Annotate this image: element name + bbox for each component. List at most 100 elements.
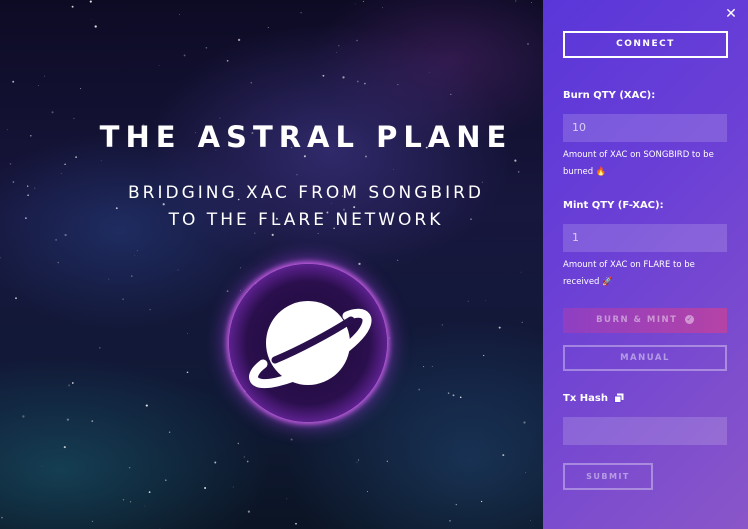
mint-qty-help: Amount of XAC on FLARE to be received 🚀	[563, 257, 735, 291]
star	[89, 0, 92, 3]
tx-hash-input[interactable]	[563, 417, 727, 445]
star	[57, 261, 59, 264]
star	[520, 271, 522, 273]
star	[144, 505, 146, 507]
star	[122, 298, 124, 301]
hero-subtitle-line-1: BRIDGING XAC FROM SONGBIRD	[128, 183, 484, 203]
star	[205, 47, 208, 49]
connect-button[interactable]: CONNECT	[563, 31, 728, 58]
star	[295, 522, 297, 525]
star	[64, 233, 67, 237]
star	[71, 5, 74, 8]
star	[286, 498, 288, 500]
star	[22, 415, 25, 418]
burn-and-mint-label: BURN & MINT	[596, 315, 678, 325]
star	[355, 3, 356, 5]
tx-hash-label: Tx Hash	[563, 393, 624, 404]
star	[226, 59, 229, 62]
star	[204, 487, 207, 489]
submit-button[interactable]: SUBMIT	[563, 463, 653, 490]
star	[518, 171, 520, 173]
star	[158, 64, 160, 66]
star	[523, 421, 526, 424]
app-root: THE ASTRAL PLANE BRIDGING XAC FROM SONGB…	[0, 0, 748, 529]
star	[362, 1, 364, 2]
star	[55, 238, 58, 241]
star	[91, 19, 92, 21]
burn-help-line-2: burned	[563, 167, 594, 177]
star	[397, 259, 399, 261]
star	[179, 14, 180, 15]
star	[232, 486, 234, 488]
star	[130, 275, 133, 277]
star	[525, 472, 527, 474]
star	[94, 25, 97, 28]
star	[515, 0, 517, 2]
burn-qty-label: Burn QTY (XAC):	[563, 90, 656, 101]
star	[367, 491, 368, 493]
star	[480, 500, 483, 503]
burn-qty-input[interactable]: 10	[563, 114, 727, 142]
star	[428, 71, 430, 73]
star	[342, 76, 345, 79]
star	[237, 442, 240, 445]
burn-help-line-1: Amount of XAC on SONGBIRD to be	[563, 150, 714, 160]
star	[393, 168, 394, 170]
rocket-icon: 🚀	[602, 277, 613, 287]
star	[356, 39, 358, 42]
close-icon[interactable]: ✕	[723, 6, 739, 22]
mint-qty-label: Mint QTY (F-XAC):	[563, 200, 664, 211]
planet-icon	[249, 301, 372, 388]
star	[485, 300, 486, 302]
star	[63, 446, 66, 449]
star	[483, 354, 485, 357]
star	[356, 461, 358, 463]
star	[388, 337, 390, 339]
star	[183, 54, 186, 57]
manual-button[interactable]: MANUAL	[563, 345, 727, 371]
star	[66, 418, 70, 421]
star	[243, 456, 245, 458]
star	[99, 347, 101, 349]
star	[0, 256, 1, 259]
star	[73, 117, 75, 120]
star	[68, 384, 71, 387]
star	[450, 93, 452, 96]
star	[358, 459, 360, 461]
star	[514, 159, 517, 162]
hero-title: THE ASTRAL PLANE	[99, 120, 513, 154]
burn-and-mint-button[interactable]: BURN & MINT ✓	[563, 308, 727, 333]
star	[137, 250, 139, 252]
fire-icon: 🔥	[595, 167, 607, 177]
star	[531, 2, 532, 4]
star	[75, 156, 77, 158]
star	[418, 388, 421, 391]
star	[397, 84, 399, 86]
star	[159, 527, 161, 529]
hero-subtitle: BRIDGING XAC FROM SONGBIRD TO THE FLARE …	[0, 180, 543, 234]
star	[521, 321, 523, 323]
star	[447, 392, 450, 394]
star	[122, 499, 125, 501]
star	[91, 420, 94, 422]
copy-icon[interactable]	[614, 393, 624, 403]
star	[336, 52, 337, 53]
star	[459, 396, 462, 399]
star	[71, 382, 74, 384]
star	[130, 501, 132, 503]
star	[364, 82, 366, 85]
tx-hash-label-text: Tx Hash	[563, 393, 608, 404]
star	[300, 12, 302, 14]
mint-qty-input[interactable]: 1	[563, 224, 727, 252]
star	[303, 155, 306, 158]
planet-logo	[229, 264, 387, 422]
star	[247, 510, 250, 513]
star	[502, 454, 505, 457]
star	[128, 466, 131, 469]
star	[467, 300, 469, 302]
star	[91, 520, 94, 523]
star	[214, 461, 217, 464]
star	[338, 45, 340, 47]
star	[455, 503, 457, 506]
mint-help-line-1: Amount of XAC on FLARE to be	[563, 260, 695, 270]
